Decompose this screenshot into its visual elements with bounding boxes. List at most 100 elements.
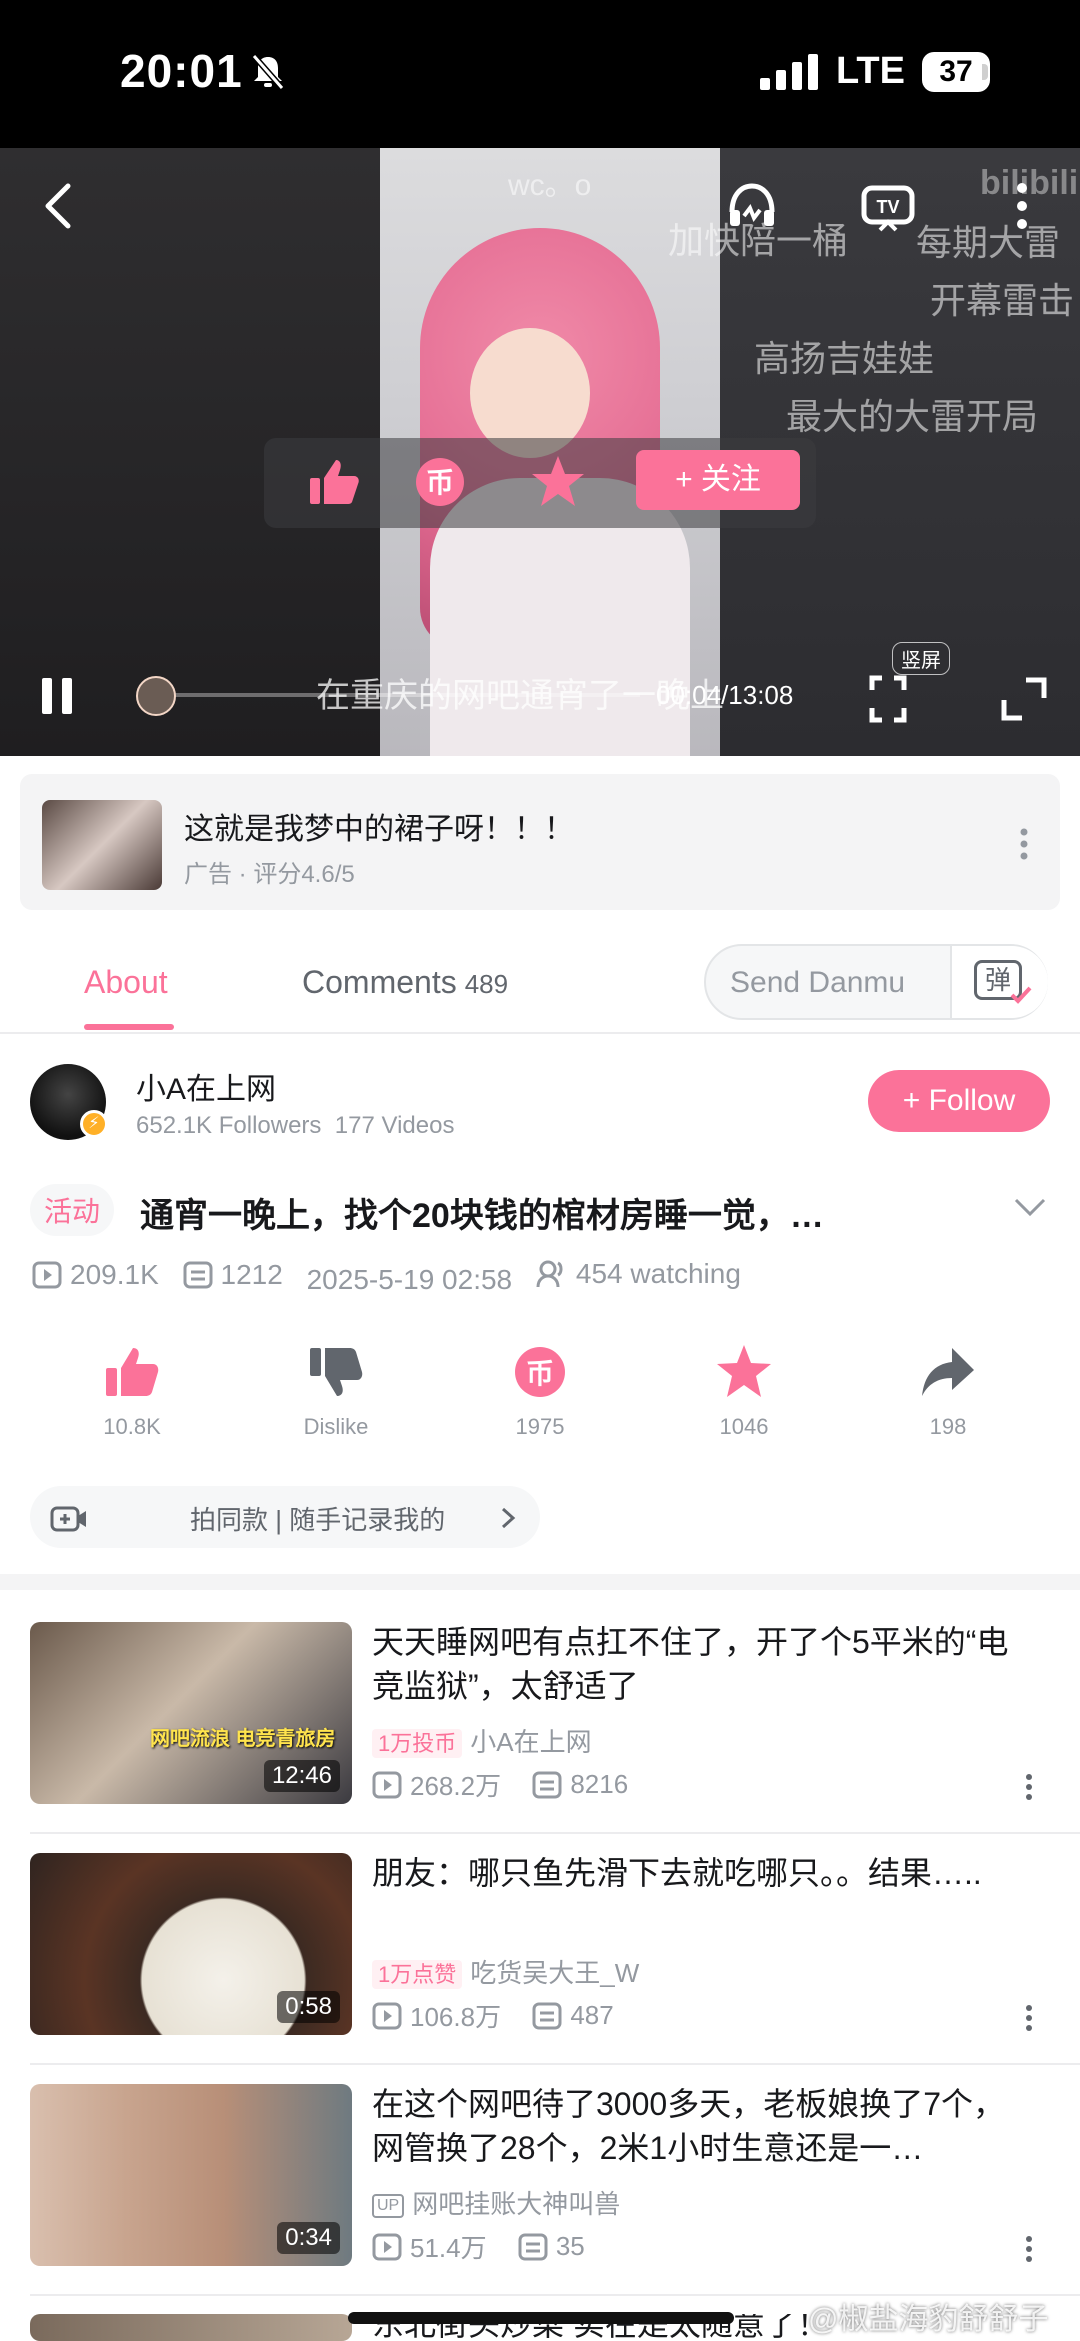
recommended-author-row: 1万投币 小A在上网 bbox=[372, 1722, 592, 1759]
send-danmu-placeholder: Send Danmu bbox=[730, 966, 906, 999]
play-count-icon bbox=[372, 2233, 402, 2260]
video-record-icon bbox=[50, 1506, 86, 1532]
section-divider bbox=[0, 1574, 1080, 1590]
overlay-follow-button[interactable]: + 关注 bbox=[636, 450, 800, 510]
watermark: @椒盐海豹舒舒子 bbox=[808, 2303, 1049, 2336]
recommended-title: 天天睡网吧有点扛不住了，开了个5平米的“电竞监狱”，太舒适了 bbox=[372, 1624, 1009, 1704]
play-count-icon bbox=[372, 1771, 402, 1798]
danmaku-count-icon bbox=[518, 2233, 548, 2260]
home-indicator[interactable] bbox=[348, 2312, 734, 2324]
tab-comments-count: 489 bbox=[464, 969, 509, 999]
thumbs-up-icon bbox=[106, 1348, 159, 1396]
up-tag-icon: UP bbox=[372, 2194, 405, 2219]
recommended-author: 吃货吴大王_W bbox=[470, 1958, 640, 1988]
recommended-video[interactable]: 网吧流浪 电竞青旅房 12:46 天天睡网吧有点扛不住了，开了个5平米的“电竞监… bbox=[0, 1622, 1080, 1854]
thumbs-down-icon bbox=[310, 1348, 363, 1396]
recommended-author-row: 1万点赞 吃货吴大王_W bbox=[372, 1953, 639, 1990]
pause-icon[interactable] bbox=[40, 676, 76, 716]
share-button[interactable]: 198 bbox=[868, 1342, 1028, 1440]
ad-card[interactable]: 这就是我梦中的裙子呀！！！ 广告 · 评分4.6/5 bbox=[20, 774, 1060, 910]
recommended-author-row: UP 网吧挂账大神叫兽 bbox=[372, 2184, 620, 2221]
video-duration: 0:34 bbox=[277, 2222, 340, 2254]
activity-tag[interactable]: 活动 bbox=[30, 1184, 115, 1236]
thumbnail-caption: 网吧流浪 电竞青旅房 bbox=[150, 1728, 336, 1750]
uploader-stats: 652.1K Followers 177 Videos bbox=[136, 1112, 454, 1140]
recommended-video[interactable]: 0:34 在这个网吧待了3000多天，老板娘换了7个，网管换了28个，2米1小时… bbox=[0, 2084, 1080, 2316]
video-duration: 12:46 bbox=[263, 1760, 340, 1792]
danmu-toggle-button[interactable]: 弹 bbox=[950, 946, 1048, 1018]
fullscreen-icon[interactable] bbox=[1000, 674, 1048, 724]
audio-mode-icon[interactable] bbox=[724, 178, 780, 234]
progress-thumb[interactable] bbox=[136, 676, 176, 716]
portrait-mode-icon[interactable] bbox=[868, 674, 908, 724]
recommended-stats: 106.8万 487 bbox=[372, 1997, 638, 2037]
svg-text:TV: TV bbox=[876, 197, 899, 217]
ugc-shoot-same-pill[interactable]: 拍同款 | 随手记录我的 bbox=[30, 1486, 540, 1548]
tab-comments-label: Comments bbox=[302, 964, 457, 1000]
publish-date: 2025-5-19 02:58 bbox=[306, 1264, 513, 1295]
svg-text:币: 币 bbox=[426, 466, 454, 499]
star-icon bbox=[717, 1345, 771, 1397]
more-vertical-icon[interactable] bbox=[1024, 2234, 1034, 2264]
tv-cast-icon[interactable]: TV bbox=[860, 178, 916, 234]
detail-tabs: About Comments 489 Send Danmu 弹 bbox=[0, 930, 1080, 1034]
danmaku-comment: wc。o bbox=[508, 169, 592, 202]
video-thumbnail bbox=[30, 2314, 352, 2341]
status-time: 20:01 bbox=[120, 45, 243, 97]
ad-subtitle: 广告 · 评分4.6/5 bbox=[184, 861, 355, 888]
favorite-button[interactable]: 1046 bbox=[664, 1342, 824, 1440]
like-button[interactable]: 10.8K bbox=[52, 1342, 212, 1440]
send-danmu-input[interactable]: Send Danmu 弹 bbox=[704, 944, 1048, 1020]
expand-chevron-icon[interactable] bbox=[1012, 1196, 1048, 1220]
danmu-check-icon bbox=[1010, 986, 1032, 1004]
more-vertical-icon[interactable] bbox=[1024, 1772, 1034, 1802]
recommended-author: 网吧挂账大神叫兽 bbox=[412, 2189, 621, 2219]
list-divider bbox=[30, 2063, 1080, 2065]
tab-about[interactable]: About bbox=[84, 964, 168, 1001]
video-thumbnail: 0:34 bbox=[30, 2084, 352, 2266]
dislike-label: Dislike bbox=[303, 1414, 369, 1439]
battery-cap bbox=[982, 64, 988, 80]
video-player[interactable]: wc。o 加快陪一桶 每期大雷 开幕雷击 高扬吉娃娃 最大的大雷开局 bilib… bbox=[0, 148, 1080, 756]
danmaku-count: 1212 bbox=[220, 1259, 283, 1290]
ad-more-icon[interactable] bbox=[1014, 826, 1034, 862]
portrait-mode-label: 竖屏 bbox=[892, 642, 950, 675]
svg-text:币: 币 bbox=[526, 1357, 554, 1390]
recommended-author: 小A在上网 bbox=[470, 1727, 592, 1757]
overlay-like-icon[interactable] bbox=[304, 452, 364, 512]
back-icon[interactable] bbox=[40, 178, 76, 234]
recommended-stats: 268.2万 8216 bbox=[372, 1766, 652, 1806]
tab-comments[interactable]: Comments 489 bbox=[302, 964, 508, 1001]
tab-active-indicator bbox=[84, 1024, 174, 1030]
recommended-danmaku: 8216 bbox=[570, 1769, 629, 1799]
ugc-label: 拍同款 | 随手记录我的 bbox=[190, 1505, 446, 1535]
video-duration: 0:58 bbox=[277, 1991, 340, 2023]
watching-stat: 454 watching bbox=[536, 1258, 741, 1290]
uploader-name[interactable]: 小A在上网 bbox=[136, 1064, 276, 1108]
recommended-stats: 51.4万 35 bbox=[372, 2228, 609, 2268]
coin-button[interactable]: 币 1975 bbox=[460, 1342, 620, 1440]
ad-thumbnail bbox=[42, 800, 162, 890]
overlay-star-icon[interactable] bbox=[528, 452, 588, 512]
status-bar: 20:01 LTE 37 bbox=[0, 0, 1080, 148]
recommended-danmaku: 35 bbox=[555, 2231, 585, 2261]
progress-bar[interactable] bbox=[140, 693, 640, 697]
uploader-followers: 652.1K Followers bbox=[136, 1112, 322, 1139]
recommended-title: 朋友：哪只鱼先滑下去就吃哪只。。结果….. bbox=[372, 1855, 982, 1891]
follow-button[interactable]: + Follow bbox=[868, 1070, 1050, 1132]
play-count-icon bbox=[32, 1261, 62, 1289]
danmaku-count-icon bbox=[183, 1261, 213, 1289]
recommended-danmaku: 487 bbox=[570, 2000, 614, 2030]
dislike-button[interactable]: Dislike bbox=[256, 1342, 416, 1440]
signal-icon bbox=[760, 52, 820, 92]
quick-action-overlay: 币 + 关注 bbox=[264, 438, 816, 528]
ad-title: 这就是我梦中的裙子呀！！！ bbox=[184, 813, 574, 846]
network-type: LTE bbox=[836, 50, 905, 92]
overlay-coin-icon[interactable]: 币 bbox=[410, 452, 470, 512]
more-vertical-icon[interactable] bbox=[1012, 178, 1032, 234]
watching-count: 454 watching bbox=[575, 1258, 741, 1289]
coin-count: 1975 bbox=[515, 1414, 565, 1439]
play-count-icon bbox=[372, 2002, 402, 2029]
recommended-video[interactable]: 0:58 朋友：哪只鱼先滑下去就吃哪只。。结果….. 1万点赞 吃货吴大王_W 1… bbox=[0, 1853, 1080, 2085]
more-vertical-icon[interactable] bbox=[1024, 2003, 1034, 2033]
